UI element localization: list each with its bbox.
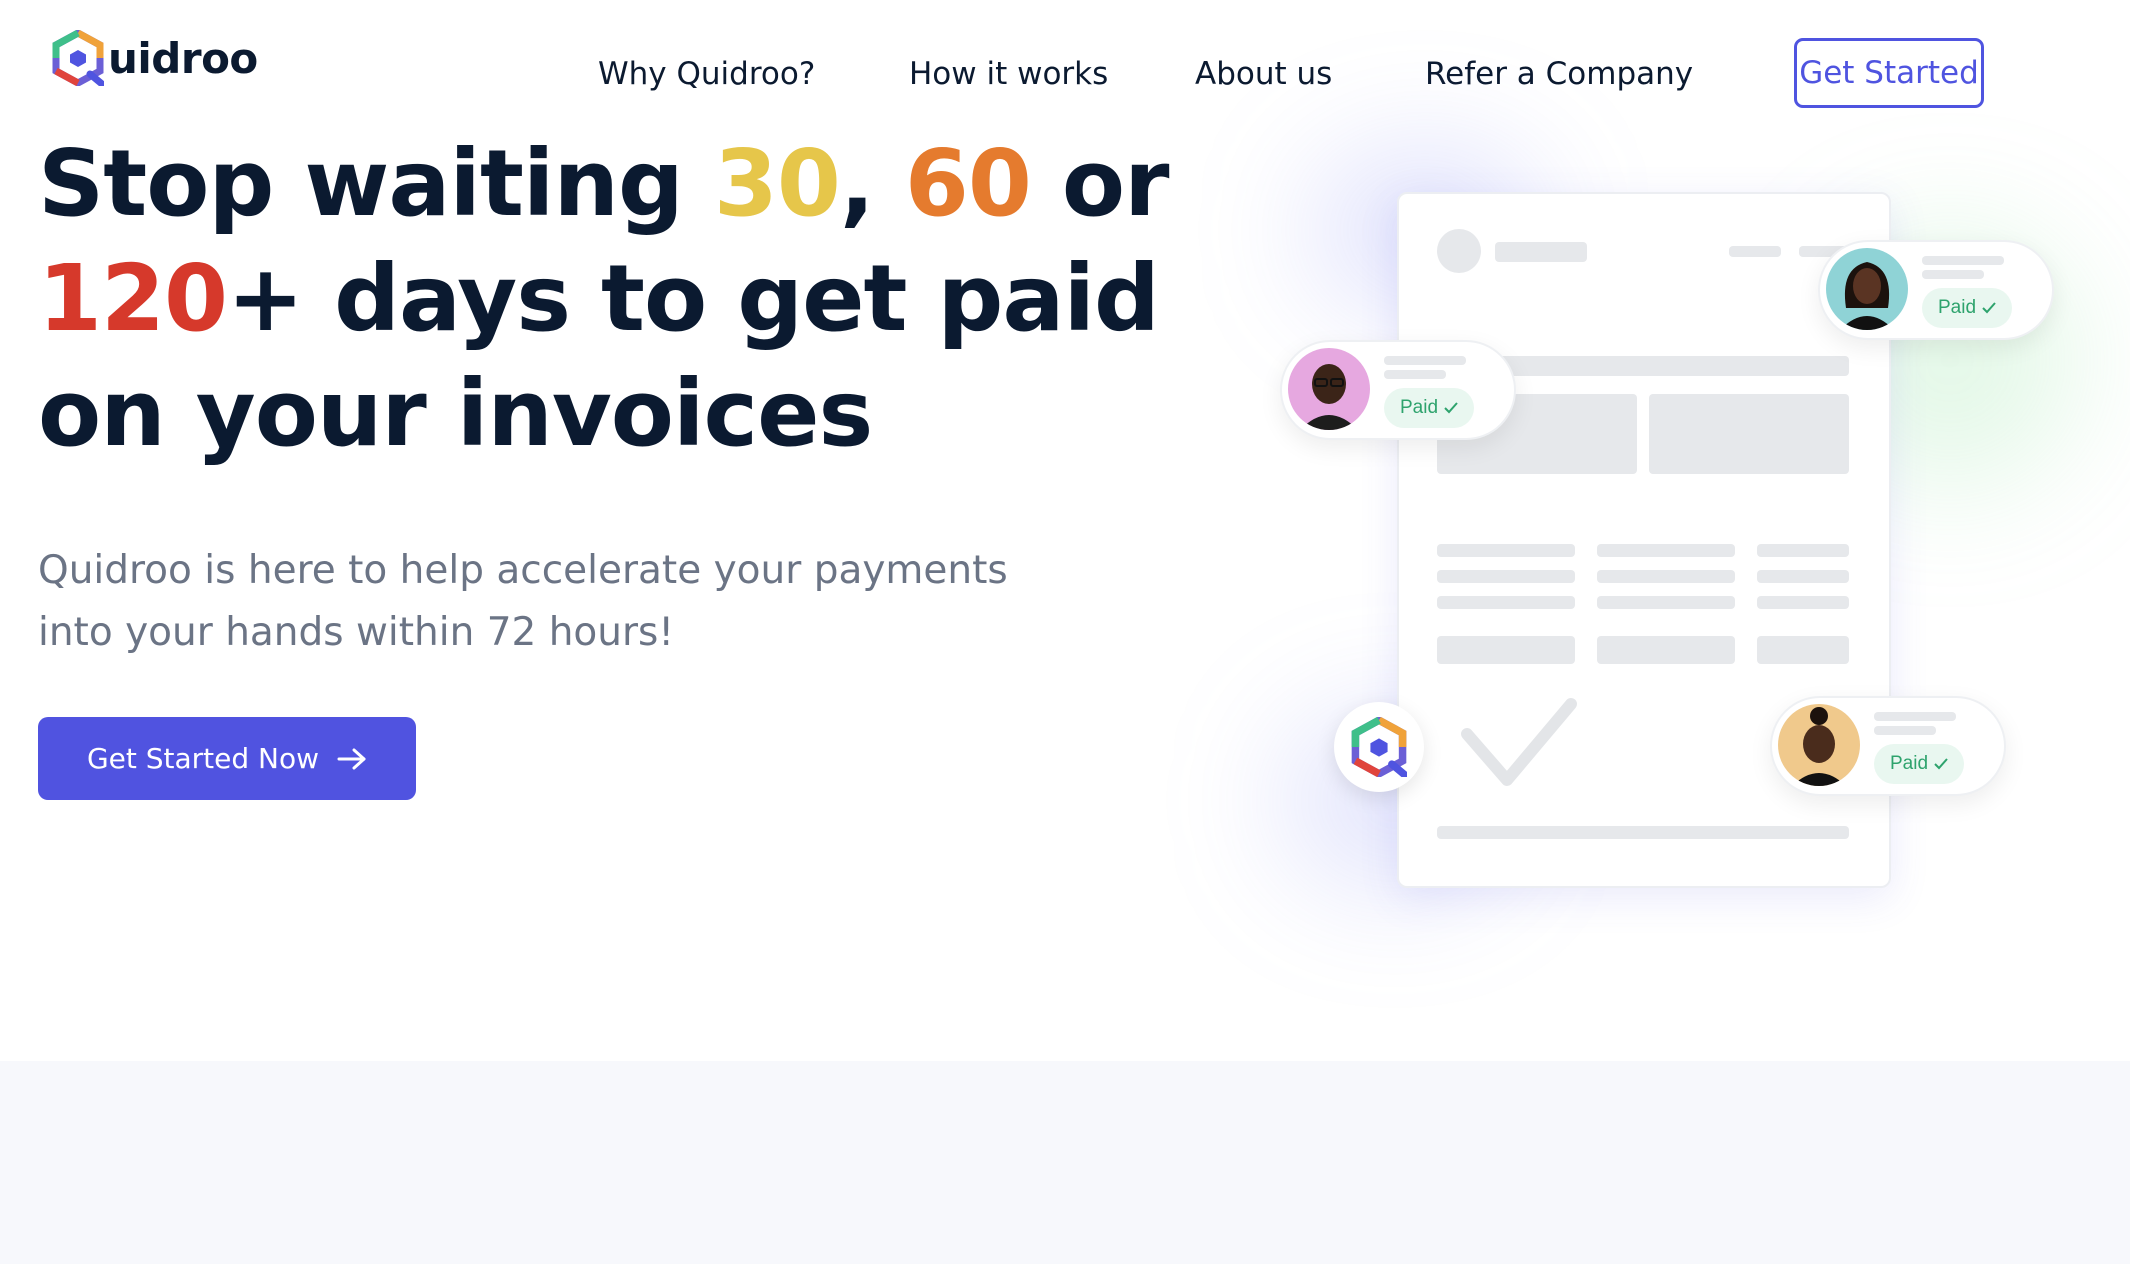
- hero-title-30: 30: [713, 130, 841, 237]
- card-line: [1922, 270, 1984, 279]
- invoice-illustration: Paid Paid Paid: [1180, 110, 2130, 1010]
- invoice-line: [1597, 570, 1735, 583]
- hero-title: Stop waiting 30, 60 or 120+ days to get …: [38, 126, 1198, 471]
- check-icon: [1444, 402, 1458, 414]
- card-line: [1922, 256, 2004, 265]
- nav-about-us[interactable]: About us: [1195, 56, 1332, 92]
- quidroo-logo-icon: [1351, 717, 1407, 777]
- invoice-line: [1437, 570, 1575, 583]
- paid-card-top-right: Paid: [1818, 240, 2054, 340]
- invoice-line: [1597, 544, 1735, 557]
- hero-title-line-3: on your invoices: [38, 360, 873, 467]
- invoice-line: [1437, 596, 1575, 609]
- invoice-header-bar: [1495, 242, 1587, 262]
- avatar: [1288, 348, 1370, 430]
- invoice-line: [1597, 596, 1735, 609]
- hero-subtitle: Quidroo is here to help accelerate your …: [38, 540, 1078, 664]
- paid-badge: Paid: [1874, 744, 1964, 784]
- person-avatar-icon: [1792, 707, 1846, 786]
- nav-how-it-works[interactable]: How it works: [909, 56, 1108, 92]
- person-avatar-icon: [1300, 364, 1358, 430]
- get-started-now-button[interactable]: Get Started Now: [38, 717, 416, 800]
- nav-refer-a-company[interactable]: Refer a Company: [1425, 56, 1693, 92]
- invoice-line: [1437, 544, 1575, 557]
- brand-logo[interactable]: uidroo: [52, 30, 258, 86]
- hero-title-line-1: Stop waiting 30, 60 or: [38, 126, 1198, 241]
- hero-title-or: or: [1030, 130, 1170, 237]
- avatar: [1826, 248, 1908, 330]
- hero-title-60: 60: [904, 130, 1032, 237]
- paid-label: Paid: [1889, 753, 1929, 774]
- person-avatar-icon: [1840, 262, 1894, 330]
- invoice-header-bar-right-1: [1729, 246, 1781, 257]
- invoice-line: [1757, 544, 1849, 557]
- card-line: [1384, 356, 1466, 365]
- hero-title-comma: ,: [839, 130, 905, 237]
- avatar: [1778, 704, 1860, 786]
- get-started-button[interactable]: Get Started: [1794, 38, 1984, 108]
- paid-card-left: Paid: [1280, 340, 1516, 440]
- check-icon: [1934, 758, 1948, 770]
- invoice-block-right: [1649, 394, 1849, 474]
- invoice-line: [1757, 596, 1849, 609]
- paid-label: Paid: [1399, 397, 1439, 418]
- quidroo-logo-icon: [52, 30, 104, 86]
- quidroo-badge: [1334, 702, 1424, 792]
- paid-badge: Paid: [1384, 388, 1474, 428]
- brand-name: uidroo: [108, 33, 258, 83]
- invoice-line: [1757, 570, 1849, 583]
- card-line: [1874, 712, 1956, 721]
- get-started-now-label: Get Started Now: [86, 742, 320, 775]
- paid-badge: Paid: [1922, 288, 2012, 328]
- hero-subtitle-line-1: Quidroo is here to help accelerate your …: [38, 548, 1008, 593]
- hero-subtitle-line-2: into your hands within 72 hours!: [38, 610, 674, 655]
- hero-title-line-2: 120+ days to get paid: [38, 241, 1198, 356]
- invoice-footer-bar: [1437, 826, 1849, 839]
- paid-label: Paid: [1937, 297, 1977, 318]
- invoice-avatar-placeholder: [1437, 229, 1481, 273]
- nav-why-quidroo[interactable]: Why Quidroo?: [598, 56, 815, 92]
- invoice-total: [1597, 636, 1735, 664]
- hero-title-120: 120: [38, 245, 228, 352]
- card-line: [1874, 726, 1936, 735]
- invoice-check-icon: [1461, 698, 1577, 786]
- arrow-right-icon: [337, 748, 366, 769]
- hero-title-text: Stop waiting: [38, 130, 714, 237]
- hero-title-days: + days to get paid: [227, 245, 1160, 352]
- check-icon: [1982, 302, 1996, 314]
- next-section-background: [0, 1061, 2130, 1264]
- invoice-total: [1757, 636, 1849, 664]
- card-line: [1384, 370, 1446, 379]
- invoice-total: [1437, 636, 1575, 664]
- paid-card-bottom-right: Paid: [1770, 696, 2006, 796]
